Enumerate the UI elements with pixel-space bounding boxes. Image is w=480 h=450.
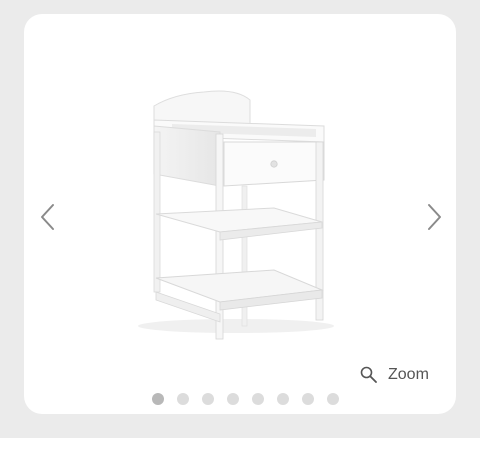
pagination-dot-8[interactable] [327, 393, 339, 405]
pagination-dot-3[interactable] [202, 393, 214, 405]
next-image-button[interactable] [420, 199, 450, 235]
pagination-dot-7[interactable] [302, 393, 314, 405]
magnifier-icon [360, 366, 377, 383]
chevron-left-icon [41, 204, 54, 230]
chevron-right-icon [428, 204, 441, 230]
pagination-dot-2[interactable] [177, 393, 189, 405]
pagination-dot-1[interactable] [152, 393, 164, 405]
product-image-gallery: Zoom [24, 14, 456, 414]
pagination-dot-5[interactable] [252, 393, 264, 405]
pagination-dot-6[interactable] [277, 393, 289, 405]
previous-image-button[interactable] [32, 199, 62, 235]
pagination-dot-4[interactable] [227, 393, 239, 405]
page-background-strip [0, 438, 480, 450]
zoom-label: Zoom [388, 366, 429, 383]
product-image-changing-unit [138, 90, 334, 340]
zoom-button[interactable]: Zoom [360, 366, 429, 384]
pagination-dots [152, 393, 339, 405]
